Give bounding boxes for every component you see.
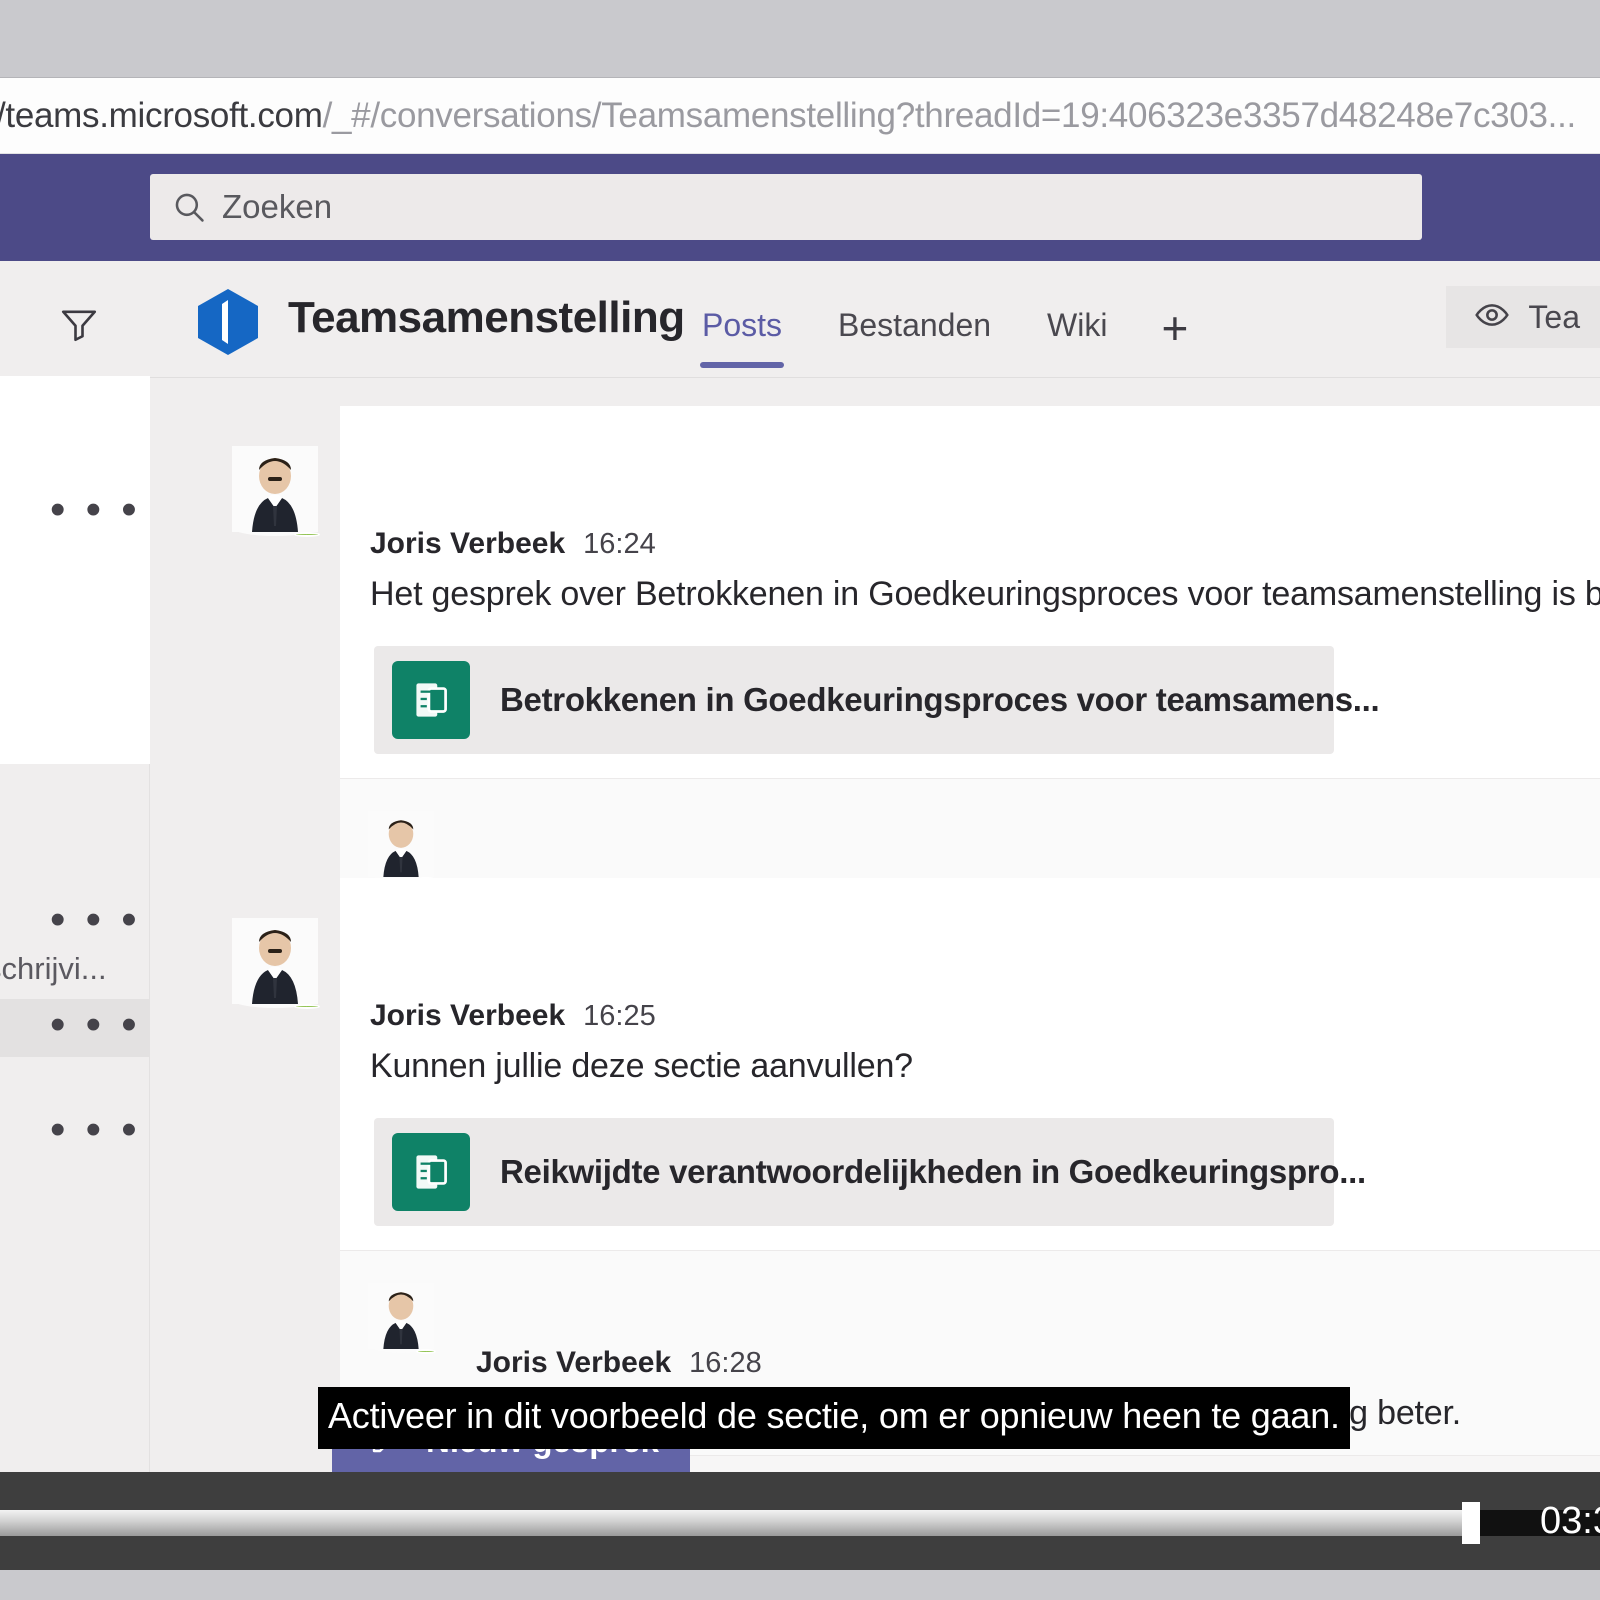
video-time-label: 03:3 [1540,1500,1600,1542]
message-meta-2: Joris Verbeek 16:25 [370,999,1600,1033]
onenote-icon [392,661,470,739]
message-time: 16:24 [583,528,656,560]
attachment-title-2: Reikwijdte verantwoordelijkheden in Goed… [500,1153,1366,1190]
presence-badge-available [294,1003,320,1009]
app-body: • • • schrijvi... • • • • • • • • • Team… [0,261,1600,1472]
reply-author: Joris Verbeek [476,1346,672,1379]
url-path: /_#/conversations/Teamsamenstelling?thre… [322,95,1577,135]
team-view-label: Tea [1528,298,1580,335]
rail-overflow-menu-4[interactable]: • • • [50,1108,141,1152]
tab-wiki[interactable]: Wiki [1019,307,1135,368]
browser-url-bar[interactable]: /teams.microsoft.com/_#/conversations/Te… [0,78,1600,154]
video-scrubber-handle[interactable] [1462,1502,1480,1544]
search-icon [172,190,206,224]
onenote-icon [392,1133,470,1211]
thread-2: Joris Verbeek 16:25 Kunnen jullie deze se… [232,878,1600,1472]
avatar[interactable] [232,446,320,537]
search-input[interactable]: Zoeken [150,174,1422,240]
add-tab-button[interactable]: + [1135,301,1208,373]
reply-time: 16:28 [689,1347,762,1379]
video-caption: Activeer in dit voorbeeld de sectie, om … [318,1387,1350,1449]
url-host: /teams.microsoft.com [0,95,323,135]
url-text: /teams.microsoft.com/_#/conversations/Te… [0,96,1576,136]
window-bottom-edge [0,1570,1600,1600]
reply-meta-2: Joris Verbeek 16:28 [476,1346,1600,1380]
avatar[interactable] [232,918,320,1009]
presence-badge-available [416,1348,436,1354]
channel-list-rail: • • • schrijvi... • • • • • • • • • [0,261,150,1472]
rail-overflow-menu-1[interactable]: • • • [50,488,141,532]
eye-icon [1474,297,1510,338]
filter-icon[interactable] [58,303,100,350]
teams-top-bar: Zoeken [0,154,1600,261]
browser-chrome-top [0,0,1600,78]
video-player-controls: 03:3 [0,1472,1600,1570]
conversation-list[interactable]: Joris Verbeek 16:24 Het gesprek over Betr… [150,378,1600,1472]
attachment-title-1: Betrokkenen in Goedkeuringsproces voor t… [500,681,1380,718]
tab-posts[interactable]: Posts [674,307,810,368]
rail-truncated-label[interactable]: schrijvi... [0,951,146,987]
presence-badge-available [294,531,320,537]
message-author: Joris Verbeek [370,527,566,560]
avatar[interactable] [368,1283,436,1354]
message-time: 16:25 [583,1000,656,1032]
attachment-card-2[interactable]: Reikwijdte verantwoordelijkheden in Goed… [374,1118,1366,1226]
video-progress-fill [0,1510,1468,1536]
team-logo-icon [192,286,264,358]
search-placeholder: Zoeken [222,188,333,225]
rail-white-panel [0,376,150,764]
rail-overflow-menu-3[interactable]: • • • [50,1003,141,1047]
message-body-1: Het gesprek over Betrokkenen in Goedkeur… [370,575,1600,613]
message-author: Joris Verbeek [370,999,566,1032]
message-meta-1: Joris Verbeek 16:24 [370,527,1600,561]
rail-header [0,261,150,376]
channel-header: Teamsamenstelling Posts Bestanden Wiki +… [150,261,1600,378]
attachment-card-1[interactable]: Betrokkenen in Goedkeuringsproces voor t… [374,646,1380,754]
video-progress-bar[interactable] [0,1502,1600,1544]
tab-bestanden[interactable]: Bestanden [810,307,1019,368]
channel-tabs: Posts Bestanden Wiki + [674,301,1208,373]
message-root-2[interactable]: Joris Verbeek 16:25 Kunnen jullie deze se… [232,878,1600,1250]
team-view-button[interactable]: Tea [1446,286,1600,348]
rail-overflow-menu-2[interactable]: • • • [50,898,141,942]
message-body-2: Kunnen jullie deze sectie aanvullen? [370,1047,913,1085]
message-root-1[interactable]: Joris Verbeek 16:24 Het gesprek over Betr… [232,406,1600,778]
page-title: Teamsamenstelling [288,293,685,342]
